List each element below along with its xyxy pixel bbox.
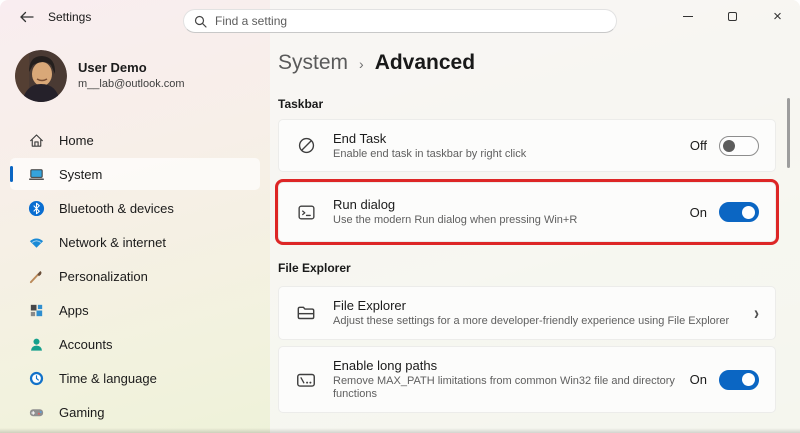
page-title: Advanced xyxy=(374,51,476,74)
search-box[interactable] xyxy=(183,9,617,33)
back-button[interactable] xyxy=(12,6,42,28)
back-arrow-icon xyxy=(20,11,34,23)
sidebar-item-label: Home xyxy=(59,132,94,148)
end-task-toggle[interactable] xyxy=(719,135,759,156)
sidebar-item-personalization[interactable]: Personalization xyxy=(10,260,260,292)
maximize-button[interactable] xyxy=(710,0,755,33)
toggle-knob xyxy=(742,373,755,386)
setting-card-enable-long-paths: Enable long paths Remove MAX_PATH limita… xyxy=(278,346,776,413)
setting-title: File Explorer xyxy=(333,298,406,313)
sidebar-item-label: Personalization xyxy=(59,268,148,284)
sidebar-item-accounts[interactable]: Accounts xyxy=(10,328,260,360)
section-title-file-explorer: File Explorer xyxy=(278,261,351,275)
system-icon xyxy=(27,165,45,183)
section-title-taskbar: Taskbar xyxy=(278,97,324,111)
breadcrumb-parent[interactable]: System xyxy=(278,51,348,75)
breadcrumb: System › Advanced xyxy=(278,51,475,75)
maximize-icon xyxy=(728,12,737,21)
search-icon xyxy=(194,15,207,28)
apps-icon xyxy=(27,301,45,319)
minimize-button[interactable] xyxy=(665,0,710,33)
user-email: m__lab@outlook.com xyxy=(78,78,185,90)
sidebar-item-system[interactable]: System xyxy=(10,158,260,190)
sidebar-item-label: Network & internet xyxy=(59,234,166,250)
settings-window: Settings × User Demo m__lab@outlook.com xyxy=(0,0,800,433)
toggle-knob xyxy=(742,205,755,219)
toggle-state-label: On xyxy=(689,372,707,387)
sidebar-item-label: Apps xyxy=(59,302,89,318)
sidebar-nav: Home System Bluetooth & devices Network … xyxy=(10,124,260,430)
enable-long-paths-toggle[interactable] xyxy=(719,369,759,390)
folder-icon xyxy=(279,302,333,324)
toggle-state-label: Off xyxy=(689,138,707,153)
accounts-icon xyxy=(27,335,45,353)
time-language-icon xyxy=(27,369,45,387)
close-button[interactable]: × xyxy=(755,0,800,33)
caption-buttons: × xyxy=(665,0,800,33)
setting-subtitle: Enable end task in taskbar by right clic… xyxy=(333,147,527,160)
sidebar-item-time-language[interactable]: Time & language xyxy=(10,362,260,394)
sidebar-item-label: System xyxy=(59,166,103,182)
setting-title: Run dialog xyxy=(333,197,396,212)
setting-title: End Task xyxy=(333,130,387,146)
sidebar-item-label: Gaming xyxy=(59,404,105,420)
sidebar-item-network[interactable]: Network & internet xyxy=(10,226,260,258)
long-path-icon xyxy=(279,369,333,391)
toggle-knob xyxy=(723,139,735,152)
setting-subtitle: Adjust these settings for a more develop… xyxy=(333,315,730,327)
breadcrumb-separator-icon: › xyxy=(359,56,364,72)
user-name: User Demo xyxy=(78,60,147,75)
gaming-icon xyxy=(27,403,45,421)
sidebar-item-apps[interactable]: Apps xyxy=(10,294,260,326)
vertical-scrollbar[interactable] xyxy=(787,98,790,168)
run-dialog-icon xyxy=(279,202,333,223)
setting-subtitle: Remove MAX_PATH limitations from common … xyxy=(333,375,675,400)
toggle-state-label: On xyxy=(689,204,707,220)
home-icon xyxy=(27,131,45,149)
setting-title: Enable long paths xyxy=(333,358,438,373)
avatar[interactable] xyxy=(15,50,67,102)
sidebar-item-home[interactable]: Home xyxy=(10,124,260,156)
sidebar-item-label: Accounts xyxy=(59,336,113,352)
sidebar-item-gaming[interactable]: Gaming xyxy=(10,396,260,428)
bluetooth-icon xyxy=(27,199,45,217)
close-icon: × xyxy=(773,8,782,25)
sidebar-item-label: Time & language xyxy=(59,370,157,386)
run-dialog-toggle[interactable] xyxy=(719,202,759,222)
sidebar-item-label: Bluetooth & devices xyxy=(59,200,174,216)
setting-card-file-explorer[interactable]: File Explorer Adjust these settings for … xyxy=(278,286,776,340)
sidebar-item-bluetooth[interactable]: Bluetooth & devices xyxy=(10,192,260,224)
setting-card-end-task: End Task Enable end task in taskbar by r… xyxy=(278,119,776,172)
personalization-icon xyxy=(27,267,45,285)
minimize-icon xyxy=(682,16,693,17)
chevron-right-icon: › xyxy=(754,301,759,325)
block-icon xyxy=(279,135,333,156)
avatar-image xyxy=(15,50,67,102)
network-icon xyxy=(27,233,45,251)
setting-subtitle: Use the modern Run dialog when pressing … xyxy=(333,214,578,226)
setting-card-run-dialog: Run dialog Use the modern Run dialog whe… xyxy=(278,182,776,242)
search-input[interactable] xyxy=(215,14,606,28)
app-title: Settings xyxy=(48,10,92,24)
